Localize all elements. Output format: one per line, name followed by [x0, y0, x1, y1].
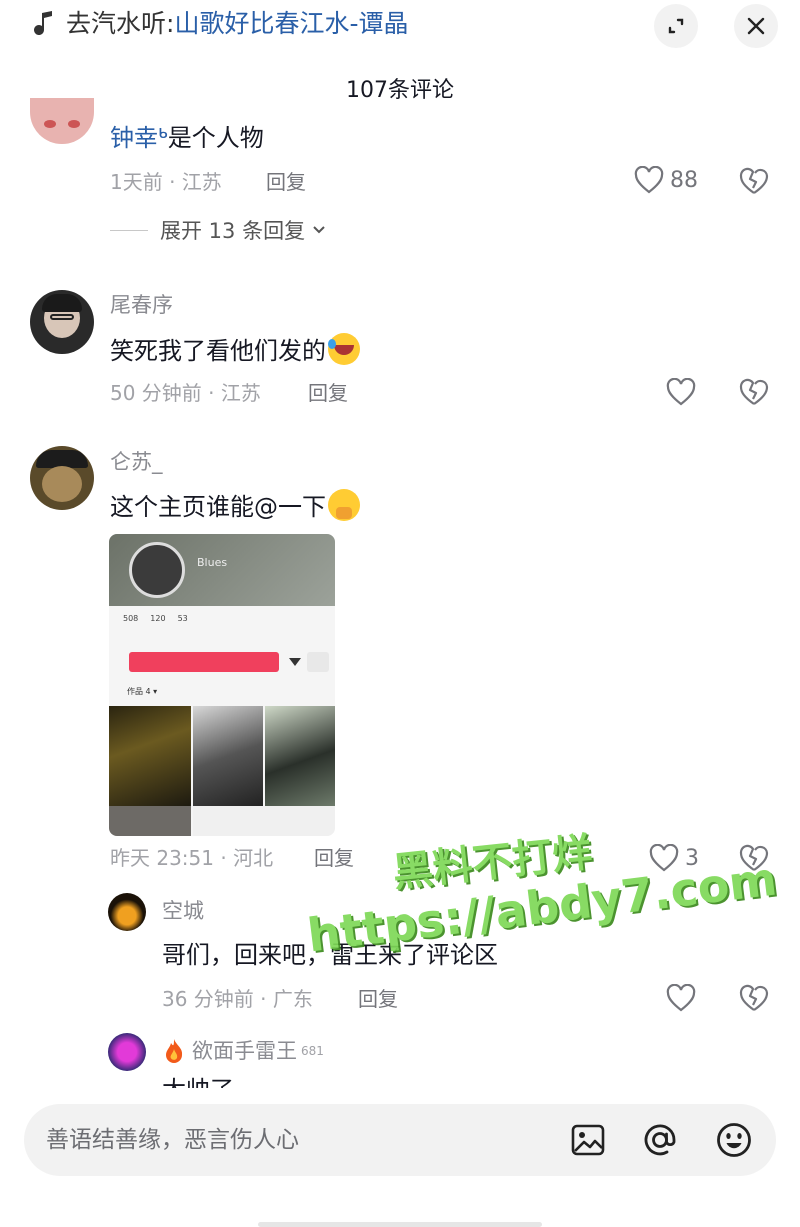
- image-icon: [571, 1124, 605, 1156]
- broken-heart-icon: [739, 378, 769, 405]
- heart-icon: [666, 984, 696, 1012]
- smiley-icon: [717, 1123, 751, 1157]
- comment-text: 笑死我了看他们发的: [110, 333, 360, 367]
- image-dropdown-icon: [289, 658, 301, 666]
- pleading-hands-emoji: [328, 489, 360, 521]
- emoji-button[interactable]: [714, 1120, 754, 1160]
- comment-text: 钟幸ᒃ是个人物: [110, 124, 264, 152]
- image-thumbnail: [193, 706, 263, 806]
- comment-meta: 昨天 23:51 · 河北: [110, 846, 274, 870]
- fire-icon: [166, 1039, 183, 1063]
- username[interactable]: 仑苏_: [110, 448, 163, 476]
- comment-count-title: 107条评论: [346, 78, 454, 103]
- expand-label: 展开 13 条回复: [160, 219, 306, 243]
- avatar[interactable]: [30, 98, 94, 144]
- like-button[interactable]: [666, 984, 696, 1012]
- username[interactable]: 空城: [162, 897, 204, 925]
- image-more-button: [307, 652, 329, 672]
- expand-replies-button[interactable]: 展开 13 条回复: [110, 215, 327, 245]
- image-button[interactable]: [568, 1120, 608, 1160]
- divider: [110, 229, 148, 231]
- music-note-icon: [34, 11, 52, 35]
- top-bar: 去汽水听: 山歌好比春江水-谭晶: [0, 0, 800, 50]
- crying-laughing-emoji: [328, 333, 360, 365]
- broken-heart-icon: [739, 984, 769, 1011]
- image-thumbnail: [109, 706, 191, 806]
- image-thumbnail: [109, 806, 191, 836]
- avatar[interactable]: [30, 446, 94, 510]
- reply-button[interactable]: 回复: [266, 168, 306, 196]
- image-thumbnail: [193, 806, 335, 836]
- minimize-button[interactable]: [654, 4, 698, 48]
- username[interactable]: 尾春序: [110, 291, 173, 319]
- song-title[interactable]: 山歌好比春江水-谭晶: [174, 9, 408, 39]
- mention-link[interactable]: 钟幸ᒃ: [110, 124, 168, 152]
- reply-button[interactable]: 回复: [358, 985, 398, 1013]
- music-link[interactable]: 去汽水听: 山歌好比春江水-谭晶: [34, 9, 408, 39]
- comment-input-placeholder: 善语结善缘，恶言伤人心: [46, 1127, 299, 1153]
- like-button[interactable]: [666, 378, 696, 406]
- image-profile-stats: 508 120 53: [123, 614, 188, 623]
- broken-heart-icon: [739, 167, 769, 194]
- reply-button[interactable]: 回复: [314, 844, 354, 872]
- image-follow-button: [129, 652, 279, 672]
- comment-text: 这个主页谁能@一下: [110, 489, 360, 523]
- music-prefix: 去汽水听:: [66, 9, 175, 38]
- chevron-down-icon: [313, 226, 325, 234]
- comment-image[interactable]: Blues 508 120 53 作品 4 ▾: [109, 534, 335, 836]
- reply-meta: 36 分钟前 · 广东: [162, 987, 313, 1011]
- like-button[interactable]: 88: [634, 166, 698, 194]
- close-icon: [747, 17, 765, 35]
- shrink-icon: [668, 18, 684, 34]
- avatar[interactable]: [30, 290, 94, 354]
- at-icon: [644, 1124, 676, 1156]
- image-profile-name: Blues: [197, 556, 228, 569]
- reply-button[interactable]: 回复: [308, 379, 348, 407]
- image-thumbnail: [265, 706, 335, 806]
- comment-meta: 1天前 · 江苏: [110, 170, 222, 194]
- username-row[interactable]: 欲面手雷王 681: [162, 1037, 324, 1065]
- dislike-button[interactable]: [738, 377, 770, 411]
- comment-input[interactable]: 善语结善缘，恶言伤人心: [24, 1104, 776, 1176]
- dislike-button[interactable]: [738, 166, 770, 200]
- mention-button[interactable]: [640, 1120, 680, 1160]
- avatar[interactable]: [108, 893, 146, 931]
- like-count: 88: [670, 167, 698, 193]
- user-badge: 681: [301, 1044, 324, 1058]
- image-works-tab: 作品 4 ▾: [127, 687, 158, 696]
- avatar[interactable]: [108, 1033, 146, 1071]
- image-profile-avatar: [129, 542, 185, 598]
- comment-meta: 50 分钟前 · 江苏: [110, 381, 261, 405]
- dislike-button[interactable]: [738, 983, 770, 1017]
- close-button[interactable]: [734, 4, 778, 48]
- home-indicator: [258, 1222, 542, 1227]
- heart-icon: [634, 166, 664, 194]
- heart-icon: [666, 378, 696, 406]
